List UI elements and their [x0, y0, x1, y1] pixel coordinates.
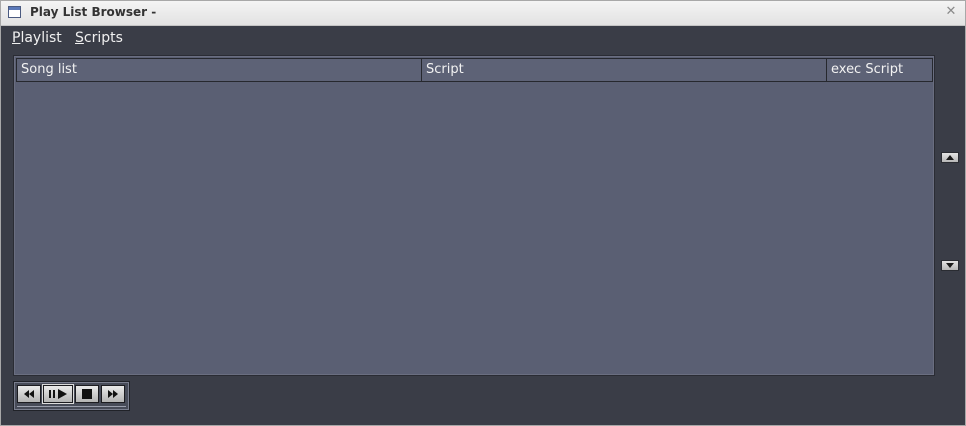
move-down-button[interactable]	[941, 260, 959, 271]
transport-divider	[17, 406, 126, 407]
play-pause-button[interactable]	[43, 385, 73, 403]
transport-controls	[13, 381, 130, 411]
playlist-table: Song list Script exec Script	[13, 55, 935, 376]
app-window: Play List Browser - ✕ Playlist Scripts S…	[0, 0, 966, 426]
close-icon[interactable]: ✕	[943, 4, 959, 20]
menu-playlist[interactable]: Playlist	[12, 30, 62, 46]
title-bar[interactable]: Play List Browser - ✕	[1, 1, 965, 26]
chevron-down-icon	[946, 263, 954, 268]
menu-playlist-label: laylist	[20, 30, 62, 46]
menu-scripts-mnemonic: S	[75, 30, 84, 46]
chevron-up-icon	[946, 155, 954, 160]
stop-icon	[82, 389, 92, 399]
rewind-button[interactable]	[17, 385, 41, 403]
menu-scripts[interactable]: Scripts	[75, 30, 123, 46]
menu-scripts-label: cripts	[83, 30, 123, 46]
move-up-button[interactable]	[941, 152, 959, 163]
column-header-script[interactable]: Script	[421, 58, 826, 82]
fast-forward-button[interactable]	[101, 385, 125, 403]
stop-button[interactable]	[75, 385, 99, 403]
play-pause-icon	[49, 389, 67, 399]
rewind-icon	[24, 390, 34, 398]
table-header: Song list Script exec Script	[16, 58, 933, 82]
window-icon	[8, 6, 21, 18]
song-list-body[interactable]	[16, 82, 933, 373]
column-header-song-list[interactable]: Song list	[16, 58, 421, 82]
fast-forward-icon	[108, 390, 118, 398]
column-header-exec-script[interactable]: exec Script	[826, 58, 933, 82]
window-title: Play List Browser -	[30, 5, 157, 19]
menu-bar: Playlist Scripts	[1, 26, 965, 52]
